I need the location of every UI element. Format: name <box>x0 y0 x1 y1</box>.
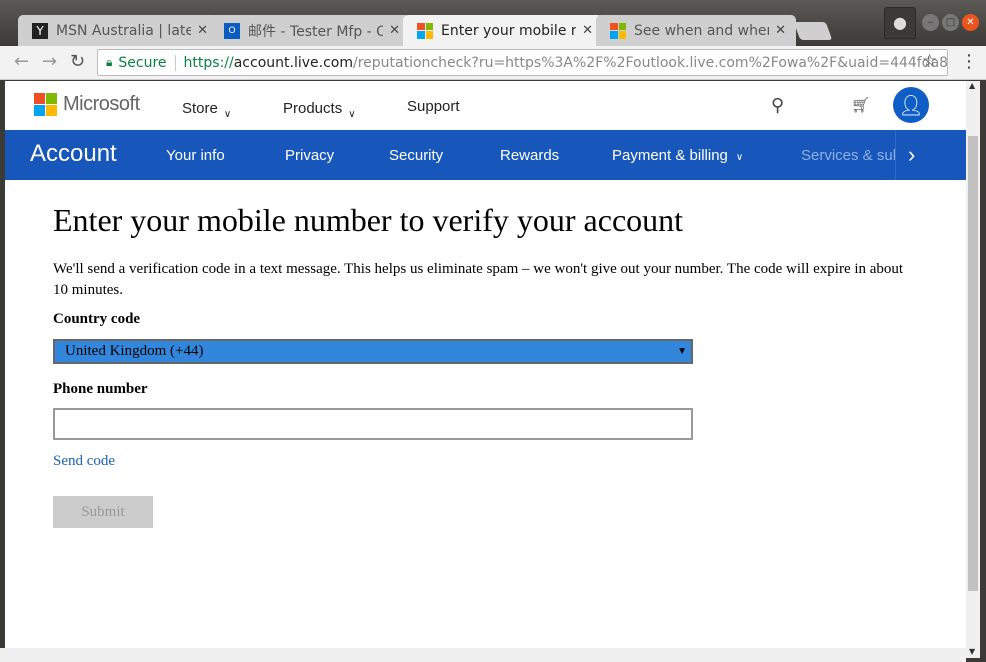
address-bar[interactable]: 🔒︎ Secure https://account.live.com/reput… <box>97 49 948 76</box>
close-window-button[interactable]: ✕ <box>962 14 979 31</box>
phone-number-label: Phone number <box>53 381 148 397</box>
tab-outlook[interactable]: O 邮件 - Tester Mfp - Outlook✕ <box>210 15 410 46</box>
nav-support[interactable]: Support <box>407 98 460 115</box>
scroll-up-icon[interactable]: ▲ <box>969 81 975 90</box>
account-title[interactable]: Account <box>30 140 117 168</box>
chevron-right-icon[interactable]: › <box>895 130 966 180</box>
nav-your-info[interactable]: Your info <box>166 147 225 164</box>
nav-privacy[interactable]: Privacy <box>285 147 334 164</box>
page-title: Enter your mobile number to verify your … <box>53 202 684 238</box>
new-tab-button[interactable] <box>793 22 833 40</box>
lock-icon: 🔒︎ <box>106 55 113 69</box>
minimize-button[interactable]: – <box>922 14 939 31</box>
browser-toolbar: ← → ↻ 🔒︎ Secure https://account.live.com… <box>0 46 986 80</box>
web-page: Microsoft Store ∨ Products ∨ Support ⚲ 🛒︎ … <box>5 81 966 648</box>
description: We'll send a verification code in a text… <box>53 261 904 298</box>
dropdown-arrow-icon: ▼ <box>677 346 687 357</box>
tab-msn[interactable]: Y MSN Australia | latest✕ <box>18 15 218 46</box>
verify-form: Enter your mobile number to verify your … <box>5 202 966 528</box>
avatar[interactable]: 👤︎ <box>893 87 929 123</box>
scrollbar-thumb[interactable] <box>968 136 978 591</box>
vertical-scrollbar[interactable]: ▲ ▼ <box>966 81 980 658</box>
close-tab-icon[interactable]: ✕ <box>197 23 208 38</box>
forward-icon[interactable]: → <box>42 51 57 72</box>
cart-icon[interactable]: 🛒︎ <box>851 96 870 114</box>
phone-number-input[interactable] <box>53 408 693 440</box>
scroll-down-icon[interactable]: ▼ <box>969 647 975 656</box>
browser-titlebar: Y MSN Australia | latest✕ O 邮件 - Tester … <box>0 0 986 46</box>
nav-security[interactable]: Security <box>389 147 443 164</box>
back-icon[interactable]: ← <box>14 51 29 72</box>
microsoft-icon <box>417 22 433 39</box>
nav-store[interactable]: Store ∨ <box>182 100 232 120</box>
country-code-select[interactable]: United Kingdom (+44) ▼ <box>53 339 693 364</box>
send-code-link[interactable]: Send code <box>53 453 115 470</box>
chevron-down-icon: ∨ <box>348 109 356 120</box>
nav-payment-billing[interactable]: Payment & billing ∨ <box>612 147 743 164</box>
close-tab-icon[interactable]: ✕ <box>775 23 786 38</box>
microsoft-icon <box>34 93 57 116</box>
site-header: Microsoft Store ∨ Products ∨ Support ⚲ 🛒︎ … <box>5 81 966 130</box>
submit-button[interactable]: Submit <box>53 496 153 528</box>
tab-enter-mobile[interactable]: Enter your mobile number✕ <box>403 15 603 46</box>
microsoft-icon <box>610 22 626 39</box>
chevron-down-icon: ∨ <box>223 109 232 120</box>
close-tab-icon[interactable]: ✕ <box>389 23 400 38</box>
msn-icon: Y <box>32 22 48 39</box>
profile-icon[interactable]: ● <box>884 7 916 39</box>
close-tab-icon[interactable]: ✕ <box>582 23 593 38</box>
country-code-label: Country code <box>53 311 141 327</box>
nav-services-subscriptions[interactable]: Services & sub <box>801 147 895 164</box>
search-icon[interactable]: ⚲ <box>771 95 784 116</box>
microsoft-logo[interactable]: Microsoft <box>28 93 140 116</box>
menu-icon[interactable]: ⋮ <box>960 51 978 72</box>
account-nav: Account Your info Privacy Security Rewar… <box>5 130 966 180</box>
divider <box>174 54 176 71</box>
chevron-down-icon: ∨ <box>735 152 744 163</box>
nav-rewards[interactable]: Rewards <box>500 147 559 164</box>
window-bottom-edge <box>0 648 966 662</box>
nav-products[interactable]: Products ∨ <box>283 100 356 120</box>
reload-icon[interactable]: ↻ <box>70 51 85 72</box>
bookmark-star-icon[interactable]: ☆ <box>922 51 937 71</box>
tab-see-when[interactable]: See when and where ✕ <box>596 15 796 46</box>
outlook-icon: O <box>224 22 240 39</box>
maximize-button[interactable]: □ <box>942 14 959 31</box>
